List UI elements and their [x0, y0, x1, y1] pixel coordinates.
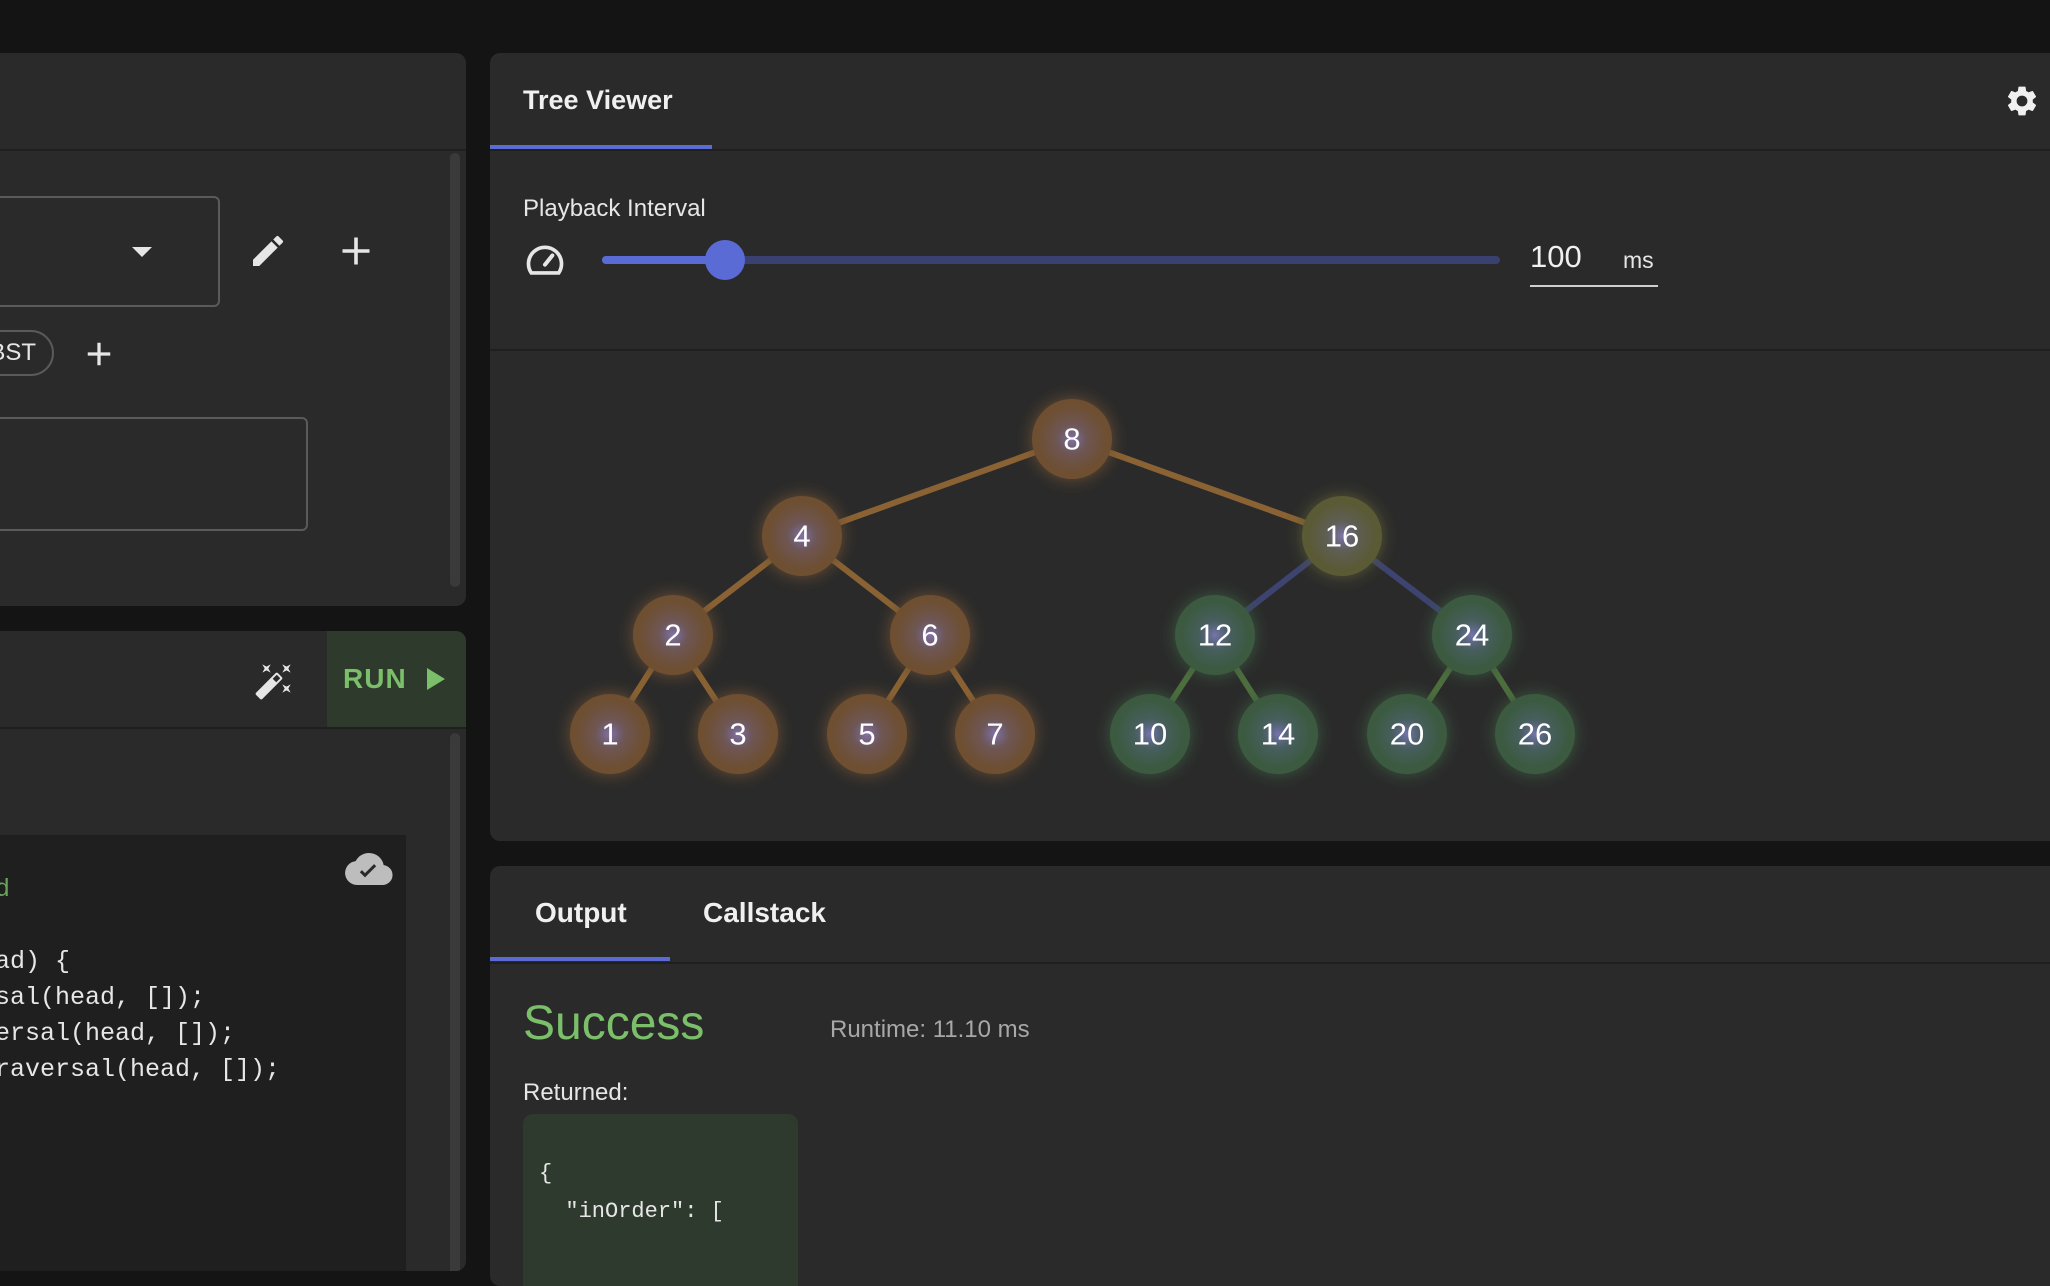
code-line: Traversal(head, []);: [0, 1055, 281, 1084]
scrollbar[interactable]: [450, 733, 460, 1271]
runtime-text: Runtime: 11.10 ms: [830, 1016, 1030, 1043]
run-label: RUN: [343, 663, 407, 694]
interval-unit: ms: [1623, 247, 1654, 273]
code-line: ead) {: [0, 947, 71, 976]
tab-tree-viewer[interactable]: Tree Viewer: [523, 85, 673, 116]
tree-node[interactable]: 6: [890, 595, 970, 675]
tree-node-label: 20: [1390, 717, 1424, 752]
tree-node[interactable]: 10: [1110, 694, 1190, 774]
code-editor-panel: RUN ad ead) { rsal(head, []); versal(hea…: [0, 631, 466, 1271]
description-input[interactable]: [0, 417, 308, 531]
tree-config-header: [0, 53, 466, 151]
tree-node-label: 7: [986, 717, 1003, 752]
chevron-down-icon: [132, 247, 152, 257]
tree-node[interactable]: 26: [1495, 694, 1575, 774]
magic-wand-icon[interactable]: [254, 661, 294, 701]
speedometer-icon: [523, 239, 567, 283]
playback-interval-label: Playback Interval: [523, 195, 706, 222]
tree-node-label: 26: [1518, 717, 1552, 752]
tree-canvas: 84 162 6 12 241 3 5 7 10 14 20 26: [570, 399, 1575, 774]
tab-callstack[interactable]: Callstack: [703, 897, 826, 929]
cloud-saved-icon: [344, 851, 394, 891]
tree-node-label: 3: [729, 717, 746, 752]
tree-node[interactable]: 24: [1432, 595, 1512, 675]
tree-node-label: 1: [601, 717, 618, 752]
play-icon: [426, 668, 445, 690]
tree-node-label: 5: [858, 717, 875, 752]
tree-node[interactable]: 14: [1238, 694, 1318, 774]
tree-node-label: 10: [1133, 717, 1167, 752]
interval-slider-thumb[interactable]: [705, 240, 746, 280]
json-line: {: [539, 1161, 553, 1186]
status-text: Success: [523, 997, 705, 1050]
gear-icon[interactable]: [2004, 83, 2040, 119]
tag-chip[interactable]: BST: [0, 330, 54, 376]
tree-viewer-tabbar: [490, 53, 2050, 151]
tab-underline: [490, 145, 712, 149]
tree-node[interactable]: 3: [698, 694, 778, 774]
code-line: versal(head, []);: [0, 1019, 236, 1048]
code-line: ad: [0, 875, 11, 904]
add-tree-icon[interactable]: [338, 233, 374, 269]
tree-node-label: 16: [1325, 519, 1359, 554]
tree-node-label: 4: [793, 519, 810, 554]
tree-node[interactable]: 16: [1302, 496, 1382, 576]
interval-value: 100: [1530, 239, 1582, 274]
tab-output[interactable]: Output: [535, 897, 627, 929]
tree-node-label: 6: [921, 618, 938, 653]
tree-config-panel: BST: [0, 53, 466, 606]
scrollbar[interactable]: [450, 153, 460, 587]
tag-chip-label: BST: [0, 339, 36, 366]
tree-edge: [1070, 436, 1344, 539]
returned-label: Returned:: [523, 1079, 629, 1106]
tree-node[interactable]: 8: [1032, 399, 1112, 479]
tree-node[interactable]: 2: [633, 595, 713, 675]
tree-nodes: 84 162 6 12 241 3 5 7 10 14 20 26: [570, 399, 1575, 774]
add-tag-icon[interactable]: [84, 339, 114, 369]
run-button[interactable]: RUN: [327, 631, 466, 727]
tree-node[interactable]: 7: [955, 694, 1035, 774]
tree-node[interactable]: 12: [1175, 595, 1255, 675]
tree-node-label: 8: [1063, 422, 1080, 457]
tree-node-label: 2: [664, 618, 681, 653]
tree-node[interactable]: 1: [570, 694, 650, 774]
json-line: "inOrder": [: [539, 1199, 724, 1224]
tree-node[interactable]: 5: [827, 694, 907, 774]
tree-edge: [800, 436, 1074, 539]
tab-underline: [490, 957, 670, 961]
edit-icon[interactable]: [248, 231, 288, 271]
tree-node-label: 12: [1198, 618, 1232, 653]
tree-node[interactable]: 20: [1367, 694, 1447, 774]
tree-node-label: 14: [1261, 717, 1295, 752]
interval-input[interactable]: 100 ms: [1530, 233, 1658, 287]
tree-node-label: 24: [1455, 618, 1489, 653]
code-line: rsal(head, []);: [0, 983, 206, 1012]
tree-viewer-panel: Tree Viewer Playback Interval 100 ms 8 4 1…: [490, 53, 2050, 841]
returned-json-box: { "inOrder": [: [523, 1114, 798, 1286]
tree-edges: [607, 436, 1538, 736]
tree-node[interactable]: 4: [762, 496, 842, 576]
output-panel: Output Callstack Success Runtime: 11.10 …: [490, 866, 2050, 1286]
tree-select[interactable]: [0, 196, 220, 307]
